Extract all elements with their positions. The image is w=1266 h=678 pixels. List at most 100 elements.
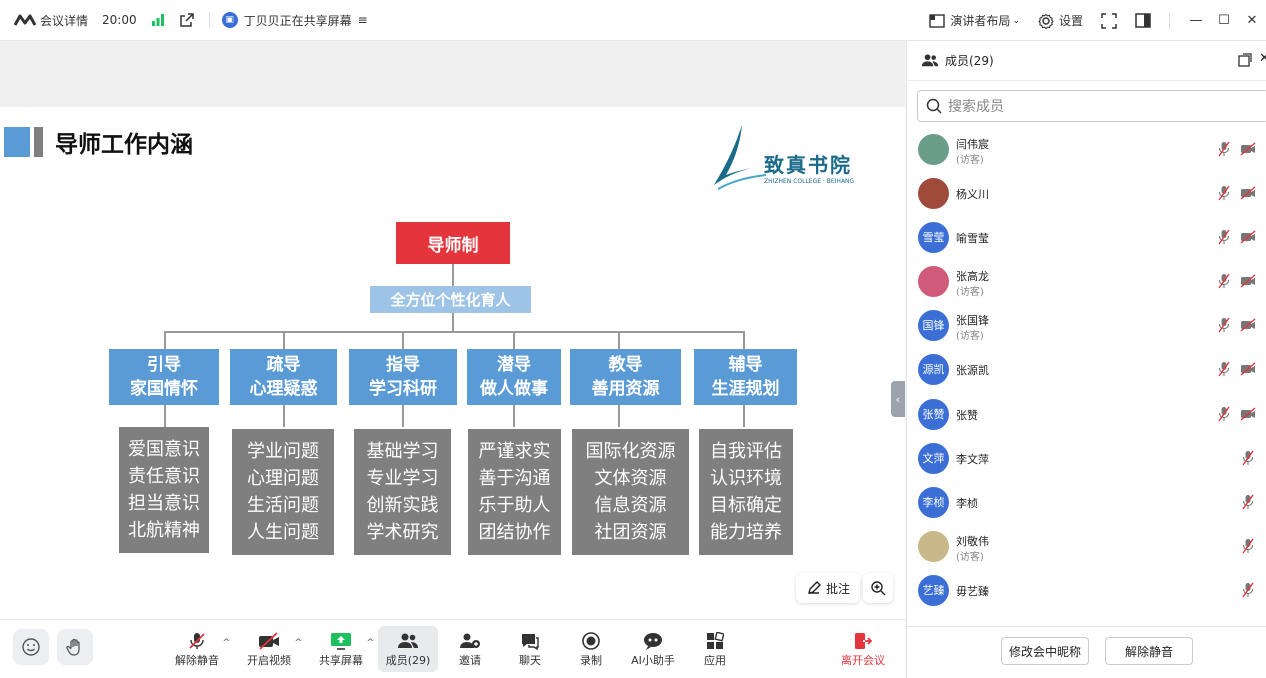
category-subtitle: 做人做事 [480, 379, 548, 399]
member-name: 张赞 [956, 409, 978, 422]
camera-off-icon [259, 632, 279, 650]
record-label: 录制 [580, 654, 602, 667]
signal-icon[interactable] [151, 14, 165, 26]
member-row[interactable]: 杨义川 [907, 171, 1266, 215]
invite-button[interactable]: 邀请 [450, 626, 490, 672]
minimize-icon[interactable]: — [1182, 13, 1210, 28]
close-panel-icon[interactable]: ✕ [1259, 51, 1266, 66]
connector-line [283, 331, 285, 349]
connector-line [164, 331, 745, 333]
list-menu-icon[interactable]: ≡ [358, 13, 368, 27]
detail-item: 人生问题 [247, 522, 319, 543]
ai-assistant-label: AI小助手 [631, 654, 675, 667]
detail-item: 国际化资源 [585, 441, 676, 462]
pen-icon [808, 581, 821, 594]
member-row[interactable]: 艺臻 毋艺臻 [907, 568, 1266, 612]
avatar: 源凯 [918, 353, 949, 385]
member-name: 闫伟宸 [956, 138, 989, 151]
detail-item: 学术研究 [366, 522, 439, 543]
mic-muted-icon[interactable] [1218, 229, 1230, 245]
camera-off-icon[interactable] [1240, 186, 1256, 200]
detail-item: 信息资源 [594, 495, 667, 516]
annotate-button[interactable]: 批注 [796, 573, 860, 603]
member-search-input[interactable]: 搜索成员 [917, 90, 1266, 122]
caret-up-icon[interactable]: ^ [366, 638, 374, 648]
camera-off-icon[interactable] [1240, 318, 1256, 332]
camera-off-icon[interactable] [1240, 230, 1256, 244]
camera-off-icon[interactable] [1240, 407, 1256, 421]
mic-muted-icon[interactable] [1242, 450, 1254, 466]
detail-item: 文体资源 [594, 468, 667, 489]
caret-up-icon[interactable]: ^ [222, 638, 230, 648]
apps-button[interactable]: 应用 [695, 626, 735, 672]
member-row[interactable]: 国锋 张国锋 (访客) [907, 303, 1266, 347]
raise-hand-button[interactable] [57, 629, 93, 665]
org-detail-box: 基础学习 专业学习 创新实践 学术研究 [354, 429, 451, 555]
member-row[interactable]: 闫伟宸 (访客) [907, 127, 1266, 171]
member-row[interactable]: 张赞 张赞 [907, 392, 1266, 436]
zoom-in-button[interactable] [863, 573, 893, 603]
meeting-details-button[interactable]: 会议详情 [14, 12, 88, 29]
members-button[interactable]: 成员(29) [378, 626, 438, 672]
rename-button[interactable]: 修改会中昵称 [1001, 637, 1089, 665]
org-detail-box: 严谨求实 善于沟通 乐于助人 团结协作 [468, 429, 561, 555]
chat-icon [522, 634, 539, 650]
top-bar: 会议详情 20:00 ▣ 丁贝贝正在共享屏幕 ≡ 演讲者布局 ⌄ 设置 — ☐ … [0, 0, 1266, 41]
start-video-button[interactable]: 开启视频 ^ [244, 626, 302, 672]
record-button[interactable]: 录制 [571, 626, 611, 672]
mic-muted-icon[interactable] [1242, 494, 1254, 510]
members-list: 闫伟宸 (访客) 杨义川 雪莹 喻雪莹 张高龙 (访客) 国锋 张国锋 (访客) 源凯 张源凯 张赞 张赞… [907, 127, 1266, 627]
chevron-down-icon: ⌄ [1012, 15, 1020, 26]
emoji-reaction-button[interactable] [13, 629, 49, 665]
caret-up-icon[interactable]: ^ [294, 638, 302, 648]
external-link-icon[interactable] [179, 12, 195, 28]
mic-muted-icon[interactable] [1218, 273, 1230, 289]
share-screen-button[interactable]: 共享屏幕 ^ [316, 626, 374, 672]
camera-off-icon[interactable] [1240, 274, 1256, 288]
camera-off-icon[interactable] [1240, 142, 1256, 156]
chat-button[interactable]: 聊天 [510, 626, 550, 672]
mic-muted-icon[interactable] [1242, 582, 1254, 598]
settings-button[interactable]: 设置 [1038, 12, 1083, 29]
category-title: 辅导 [728, 355, 763, 375]
share-screen-badge-icon: ▣ [221, 12, 238, 28]
ai-assistant-button[interactable]: AI小助手 [628, 626, 678, 672]
detail-item: 创新实践 [366, 495, 439, 516]
camera-off-icon[interactable] [1240, 362, 1256, 376]
sidebar-toggle-icon[interactable] [1135, 13, 1151, 28]
mic-muted-icon[interactable] [1218, 185, 1230, 201]
mic-muted-icon[interactable] [1218, 406, 1230, 422]
member-row[interactable]: 刘敬伟 (访客) [907, 524, 1266, 568]
detail-item: 能力培养 [710, 522, 782, 543]
member-row[interactable]: 雪莹 喻雪莹 [907, 215, 1266, 259]
layout-selector[interactable]: 演讲者布局 ⌄ [929, 12, 1020, 29]
logo-chinese-name: 致真书院 [764, 153, 852, 177]
member-row[interactable]: 文萍 李文萍 [907, 436, 1266, 480]
leave-meeting-button[interactable]: 离开会议 [838, 626, 888, 672]
close-icon[interactable]: ✕ [1238, 13, 1266, 28]
mic-muted-icon[interactable] [1218, 141, 1230, 157]
mic-muted-icon[interactable] [1218, 317, 1230, 333]
member-row[interactable]: 源凯 张源凯 [907, 347, 1266, 391]
mic-muted-icon[interactable] [1218, 361, 1230, 377]
share-screen-icon [331, 633, 351, 650]
presentation-slide: 导师工作内涵 致真书院 ZHIZHEN COLLEGE · BEIHANG 导师… [0, 107, 905, 653]
category-title: 潜导 [497, 355, 531, 375]
detail-item: 担当意识 [128, 493, 200, 514]
fullscreen-icon[interactable] [1101, 12, 1117, 29]
popout-icon[interactable] [1238, 53, 1252, 70]
maximize-icon[interactable]: ☐ [1210, 13, 1238, 28]
sharing-indicator[interactable]: ▣ 丁贝贝正在共享屏幕 ≡ [221, 12, 368, 29]
member-row[interactable]: 李桢 李桢 [907, 480, 1266, 524]
layout-icon [929, 13, 946, 28]
member-name: 张源凯 [956, 364, 989, 377]
member-row[interactable]: 张高龙 (访客) [907, 259, 1266, 303]
detail-item: 北航精神 [128, 520, 200, 541]
search-placeholder: 搜索成员 [948, 99, 1004, 115]
annotate-label: 批注 [825, 581, 850, 596]
collapse-panel-handle[interactable]: ‹ [891, 381, 905, 417]
members-panel: 成员(29) ✕ 搜索成员 闫伟宸 (访客) 杨义川 雪莹 喻雪莹 张高龙 (访客) 国锋 张国… [906, 41, 1266, 678]
mic-muted-icon[interactable] [1242, 538, 1254, 554]
unmute-button[interactable]: 解除静音 ^ [172, 626, 230, 672]
unmute-all-button[interactable]: 解除静音 [1105, 637, 1193, 665]
